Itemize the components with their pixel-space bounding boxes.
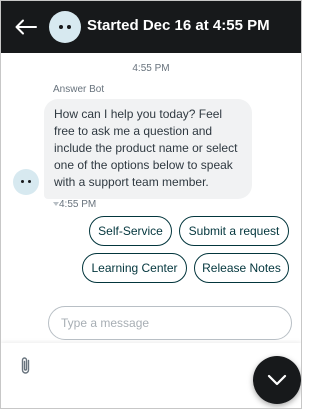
conversation-title: Started Dec 16 at 4:55 PM [87, 17, 270, 34]
delivered-icon [53, 202, 59, 206]
chevron-down-icon [267, 374, 287, 386]
paperclip-icon [21, 357, 30, 374]
message-log: 4:55 PM Answer Bot How can I help you to… [1, 53, 301, 343]
option-release-notes-button[interactable]: Release Notes [194, 253, 289, 283]
message-input[interactable] [48, 306, 292, 340]
bot-face-icon [59, 25, 63, 29]
message-bubble: How can I help you today? Feel free to a… [44, 99, 252, 199]
bot-face-icon [21, 180, 24, 183]
message-timestamp: 4:55 PM [53, 199, 97, 210]
option-learning-center-button[interactable]: Learning Center [82, 253, 187, 283]
back-button[interactable] [13, 15, 39, 39]
attach-button[interactable] [16, 355, 36, 377]
chat-window: Started Dec 16 at 4:55 PM 4:55 PM Answer… [0, 0, 302, 409]
scroll-to-bottom-button[interactable] [253, 356, 301, 404]
option-self-service-button[interactable]: Self-Service [89, 216, 172, 246]
bot-avatar [13, 169, 39, 195]
bot-avatar-header [49, 11, 81, 43]
bot-face-icon-eye [28, 180, 31, 183]
sender-name: Answer Bot [53, 84, 105, 95]
chat-header: Started Dec 16 at 4:55 PM [1, 1, 301, 53]
bot-face-icon-eye [67, 25, 71, 29]
option-submit-request-button[interactable]: Submit a request [179, 216, 289, 246]
timestamp: 4:55 PM [132, 63, 170, 74]
message-time-text: 4:55 PM [59, 199, 97, 210]
arrow-left-icon [15, 19, 37, 35]
